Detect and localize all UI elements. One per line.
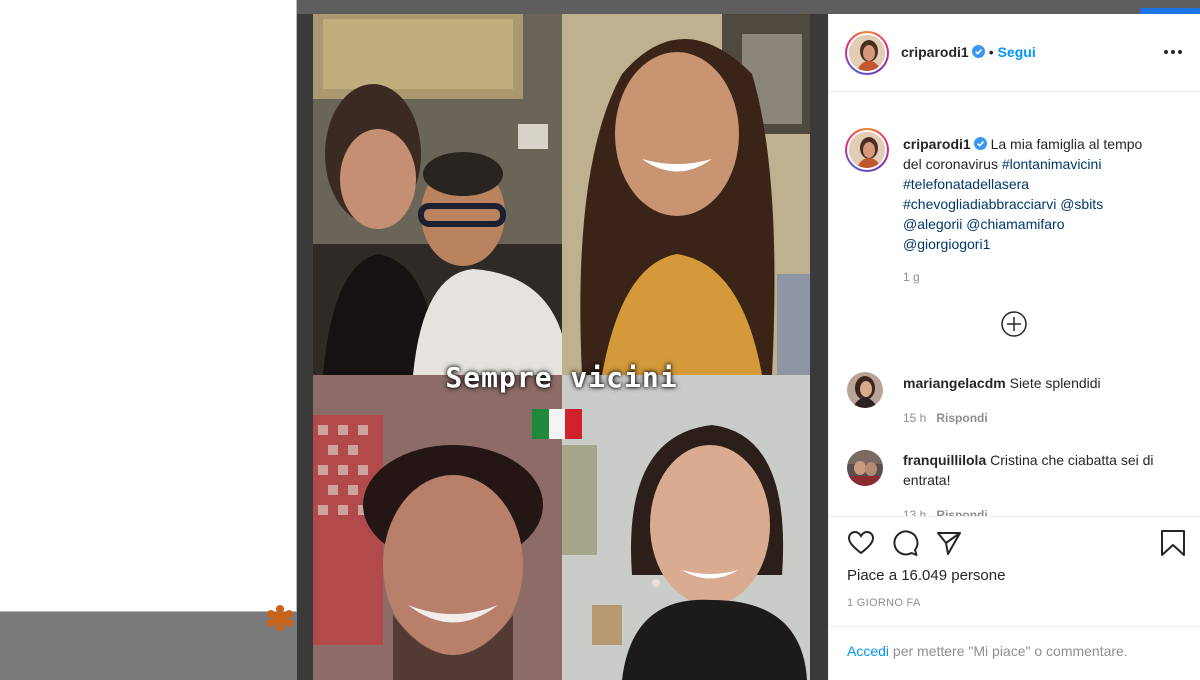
post-date: 1 GIORNO FA <box>847 597 921 609</box>
post-modal: Sempre vicini criparodi1 • Segui criparo… <box>297 14 1200 680</box>
likes-count[interactable]: Piace a 16.049 persone <box>847 567 1005 584</box>
comment-username[interactable]: mariangelacdm <box>903 375 1006 391</box>
login-prompt: Accedi per mettere "Mi piace" o commenta… <box>829 626 1200 680</box>
caption-avatar-image <box>849 132 885 168</box>
caption-mention-alegorii[interactable]: @alegorii <box>903 216 962 232</box>
post-sidebar: criparodi1 • Segui criparodi1 La mia fam… <box>828 14 1200 680</box>
caption-avatar[interactable] <box>845 128 889 172</box>
comment-meta: 15 h Rispondi <box>903 409 988 427</box>
post-header: criparodi1 • Segui <box>829 14 1200 92</box>
post-caption: criparodi1 La mia famiglia al tempo del … <box>903 134 1153 254</box>
caption-hashtag-lontanimavicini[interactable]: #lontanimavicini <box>1002 156 1102 172</box>
italy-flag-icon <box>532 409 582 439</box>
story-overlay-text: Sempre vicini <box>445 361 678 394</box>
background-page-strip <box>297 0 1200 14</box>
comment-age: 13 h <box>903 508 927 516</box>
reply-button[interactable]: Rispondi <box>936 508 987 516</box>
follow-button[interactable]: Segui <box>998 44 1036 60</box>
photo-tile-couple <box>313 14 562 375</box>
caption-mention-giorgiogori1[interactable]: @giorgiogori1 <box>903 236 990 252</box>
comment-icon[interactable] <box>891 529 919 557</box>
header-user-line: criparodi1 • Segui <box>901 44 1036 62</box>
photo-tile-boy-laughing <box>313 375 562 680</box>
login-prompt-rest: per mettere "Mi piace" o commentare. <box>892 643 1128 659</box>
header-username[interactable]: criparodi1 <box>901 44 969 60</box>
background-ornament <box>267 605 293 631</box>
verified-badge-icon <box>971 45 985 58</box>
header-separator: • <box>988 44 994 60</box>
video-call-mosaic: Sempre vicini <box>313 14 810 680</box>
caption-hashtag-telefonatadellasera[interactable]: #telefonatadellasera <box>903 176 1029 192</box>
login-link[interactable]: Accedi <box>847 643 889 659</box>
share-icon[interactable] <box>935 529 963 557</box>
caption-mention-sbits[interactable]: @sbits <box>1060 196 1103 212</box>
comment-username[interactable]: franquillilola <box>903 452 986 468</box>
comment-meta: 13 h Rispondi <box>903 506 988 516</box>
caption-username[interactable]: criparodi1 <box>903 136 971 152</box>
author-avatar-image <box>849 35 885 71</box>
more-options-icon[interactable] <box>1161 44 1185 60</box>
post-media[interactable]: Sempre vicini <box>297 14 828 680</box>
heart-icon[interactable] <box>847 529 875 557</box>
reply-button[interactable]: Rispondi <box>936 411 987 425</box>
comment-age: 15 h <box>903 411 927 425</box>
comment-item: mariangelacdm Siete splendidi <box>903 373 1183 393</box>
comment-item: franquillilola Cristina che ciabatta sei… <box>903 450 1183 490</box>
photo-tile-girl-scarf <box>562 375 810 680</box>
commenter-avatar[interactable] <box>847 372 883 408</box>
caption-age: 1 g <box>903 270 920 284</box>
bookmark-icon[interactable] <box>1159 529 1187 557</box>
caption-hashtag-chevogliadiabbracciarvi[interactable]: #chevogliadiabbracciarvi <box>903 196 1056 212</box>
post-actions: Piace a 16.049 persone 1 GIORNO FA <box>829 516 1200 626</box>
photo-tile-girl-smiling <box>562 14 810 375</box>
commenter-avatar[interactable] <box>847 450 883 486</box>
verified-badge-icon <box>973 137 987 150</box>
comment-text: Siete splendidi <box>1009 375 1101 391</box>
login-prompt-text: Accedi per mettere "Mi piace" o commenta… <box>847 643 1128 659</box>
background-page-panel <box>0 0 297 612</box>
author-avatar[interactable] <box>845 31 889 75</box>
plus-circle-icon[interactable] <box>1000 310 1028 338</box>
comments-list[interactable]: criparodi1 La mia famiglia al tempo del … <box>829 92 1200 516</box>
caption-mention-chiamamifaro[interactable]: @chiamamifaro <box>966 216 1064 232</box>
